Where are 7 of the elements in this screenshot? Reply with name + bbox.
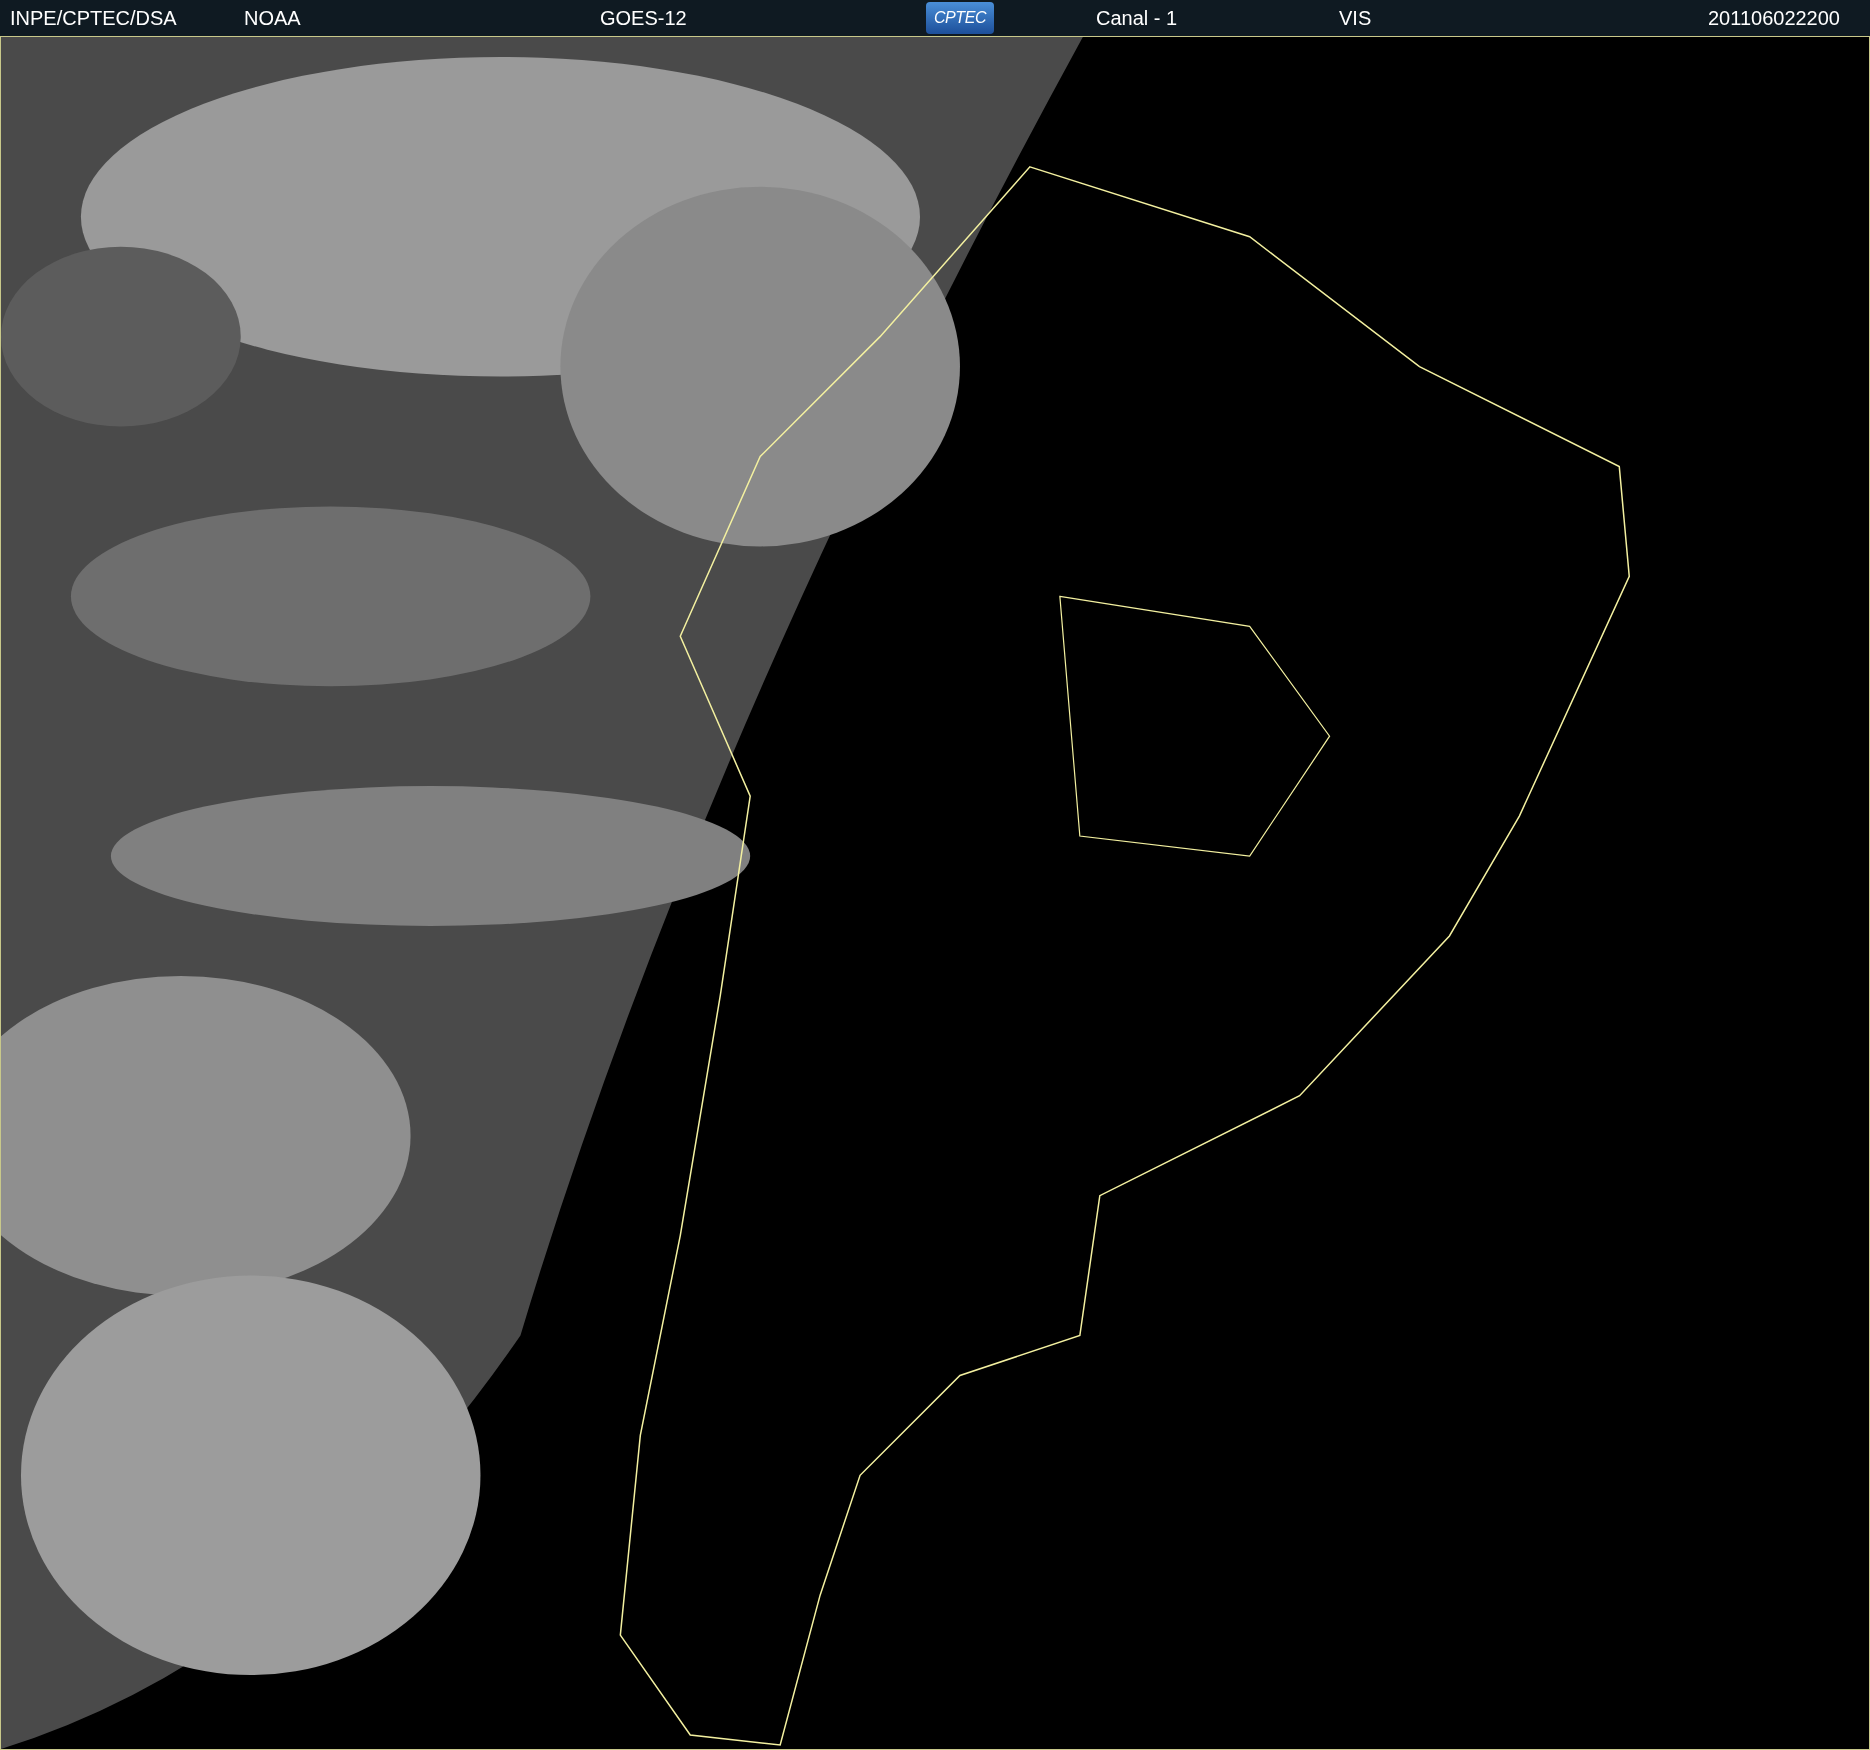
timestamp-label: 201106022200	[1708, 6, 1840, 31]
logo: CPTEC	[926, 2, 994, 34]
band-label: VIS	[1339, 6, 1372, 31]
source-label: INPE/CPTEC/DSA	[10, 6, 178, 31]
channel-label: Canal - 1	[1096, 6, 1179, 31]
satellite-label: GOES-12	[600, 6, 688, 31]
agency-label: NOAA	[244, 6, 302, 31]
